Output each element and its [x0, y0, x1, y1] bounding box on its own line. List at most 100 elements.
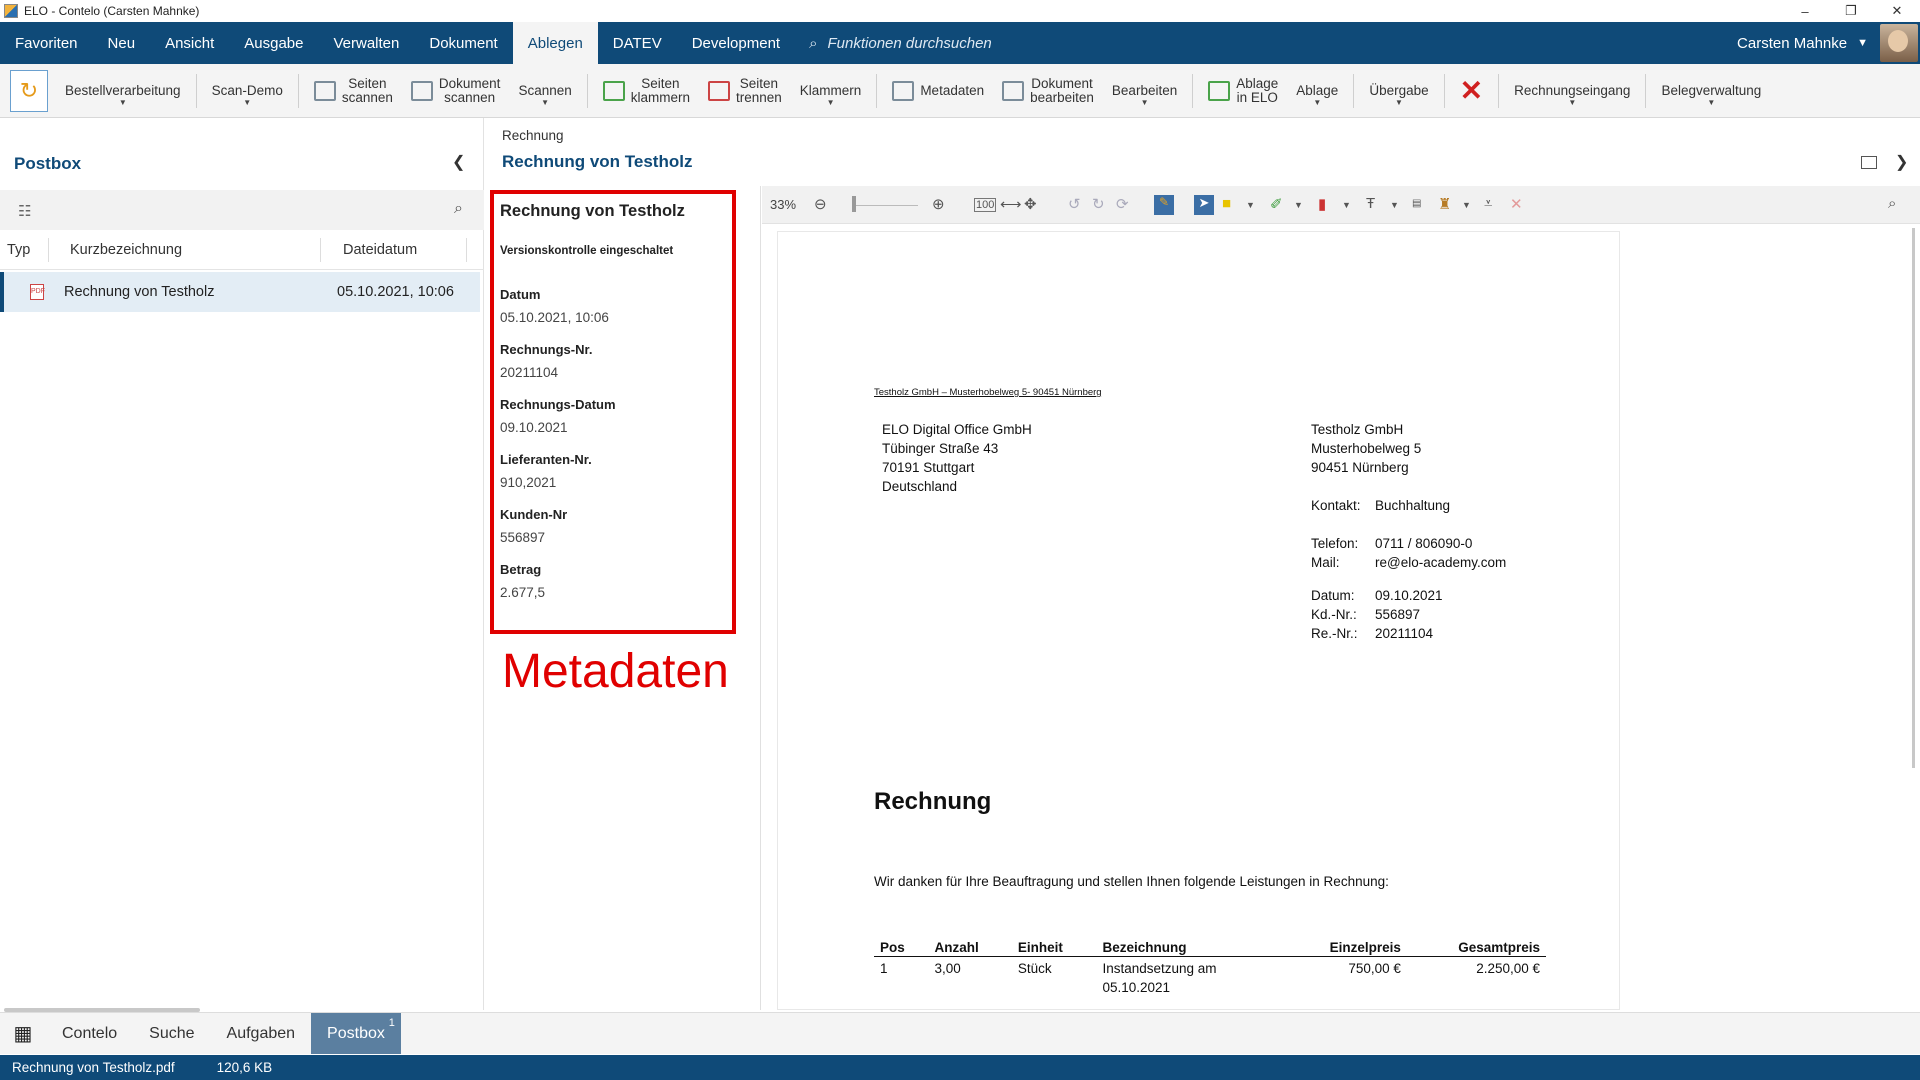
chevron-down-icon[interactable]: ▼: [1462, 200, 1471, 210]
search-icon[interactable]: ⌕: [1888, 195, 1896, 212]
menu-neu[interactable]: Neu: [93, 22, 151, 64]
klammern-button[interactable]: Klammern ▼: [791, 64, 871, 118]
rechnungseingang-button[interactable]: Rechnungseingang ▼: [1505, 64, 1639, 118]
menu-datev[interactable]: DATEV: [598, 22, 677, 64]
field-value[interactable]: 09.10.2021: [500, 420, 726, 435]
menu-development[interactable]: Development: [677, 22, 795, 64]
stamp-icon[interactable]: ♜: [1438, 195, 1451, 213]
field-value[interactable]: 556897: [500, 530, 726, 545]
minimize-button[interactable]: –: [1782, 0, 1828, 22]
cell-gesamtpreis: 2.250,00 €: [1476, 961, 1540, 976]
cursor-icon[interactable]: ➤: [1194, 195, 1214, 215]
column-dateidatum[interactable]: Dateidatum: [343, 242, 417, 258]
rotate-right-icon[interactable]: ↻: [1092, 195, 1105, 213]
chevron-down-icon: ▼: [1568, 97, 1577, 107]
collapse-panel-icon[interactable]: ❮: [452, 152, 465, 172]
menu-favoriten[interactable]: Favoriten: [0, 22, 93, 64]
list-view-icon[interactable]: ☷: [18, 202, 31, 220]
highlighter-icon[interactable]: ✐: [1270, 195, 1283, 213]
breadcrumb[interactable]: Rechnung: [502, 128, 564, 143]
vendor-mail: Mail: re@elo-academy.com: [1311, 555, 1507, 570]
scan-demo-button[interactable]: Scan-Demo ▼: [203, 64, 292, 118]
chevron-down-icon[interactable]: ▼: [1342, 200, 1351, 210]
search-icon[interactable]: ⌕: [454, 200, 463, 218]
fit-width-icon[interactable]: ⟷: [1000, 195, 1022, 213]
menu-dokument[interactable]: Dokument: [414, 22, 512, 64]
address-line: 70191 Stuttgart: [882, 460, 975, 475]
seiten-klammern-button[interactable]: Seiten klammern: [594, 64, 699, 118]
filter-icon[interactable]: ⩡: [1484, 195, 1492, 212]
viewer-toolbar: 33% ⊖ ⊕ 100 ⟷ ✥ ↺ ↻ ⟳ ✎ ➤ ■ ▼ ✐ ▼ ▮ ▼ Ŧ …: [762, 186, 1920, 224]
ablage-button[interactable]: Ablage ▼: [1287, 64, 1347, 118]
cell-bezeichnung: Instandsetzung am 05.10.2021: [1102, 961, 1217, 995]
cell-einheit: Stück: [1017, 961, 1052, 976]
bestellverarbeitung-button[interactable]: Bestellverarbeitung ▼: [56, 64, 190, 118]
marker-icon[interactable]: ▮: [1318, 195, 1326, 213]
rotate-page-icon[interactable]: ⟳: [1116, 195, 1129, 213]
belegverwaltung-button[interactable]: Belegverwaltung ▼: [1652, 64, 1770, 118]
rotate-left-icon[interactable]: ↺: [1068, 195, 1081, 213]
text-annotation-icon[interactable]: Ŧ: [1366, 195, 1375, 212]
table-row[interactable]: PDF Rechnung von Testholz 05.10.2021, 10…: [0, 272, 480, 312]
menu-verwalten[interactable]: Verwalten: [318, 22, 414, 64]
zoom-in-icon[interactable]: ⊕: [932, 195, 945, 213]
field-value[interactable]: 05.10.2021, 10:06: [500, 310, 726, 325]
chevron-down-icon[interactable]: ▼: [1390, 200, 1399, 210]
menu-ausgabe[interactable]: Ausgabe: [229, 22, 318, 64]
tab-suche[interactable]: Suche: [133, 1013, 210, 1054]
zoom-slider[interactable]: [854, 205, 918, 206]
user-menu[interactable]: Carsten Mahnke ▼: [1737, 22, 1920, 64]
tab-aufgaben[interactable]: Aufgaben: [211, 1013, 312, 1054]
panel-divider[interactable]: [760, 186, 761, 1010]
refresh-button[interactable]: ↻: [10, 69, 48, 112]
panel-layout-icon[interactable]: [1861, 156, 1877, 169]
chevron-down-icon[interactable]: ▼: [1246, 200, 1255, 210]
chevron-down-icon: ▼: [1707, 97, 1716, 107]
delete-button[interactable]: ✕: [1451, 64, 1492, 118]
actual-size-icon[interactable]: 100: [974, 198, 997, 212]
menu-ablegen[interactable]: Ablegen: [512, 22, 598, 64]
function-search[interactable]: ⌕ Funktionen durchsuchen: [809, 22, 992, 64]
seiten-trennen-button[interactable]: Seiten trennen: [699, 64, 791, 118]
field-value[interactable]: 20211104: [500, 365, 726, 380]
dokument-bearbeiten-button[interactable]: Dokument bearbeiten: [993, 64, 1103, 118]
field-value[interactable]: 2.677,5: [500, 585, 726, 600]
app-grid-icon[interactable]: ▦: [0, 1013, 46, 1054]
sticky-note-icon[interactable]: ■: [1222, 195, 1231, 212]
sender-line: Testholz GmbH – Musterhobelweg 5- 90451 …: [874, 387, 1102, 398]
restore-button[interactable]: ❐: [1828, 0, 1874, 22]
vertical-scrollbar[interactable]: [1912, 228, 1915, 768]
fit-page-icon[interactable]: ✥: [1024, 195, 1037, 213]
chevron-down-icon[interactable]: ▼: [1294, 200, 1303, 210]
tab-contelo[interactable]: Contelo: [46, 1013, 133, 1054]
scanner-icon: [410, 80, 433, 101]
chevron-down-icon: ▼: [1857, 37, 1868, 49]
metadata-title: Rechnung von Testholz: [500, 202, 685, 220]
bearbeiten-button[interactable]: Bearbeiten ▼: [1103, 64, 1186, 118]
ablage-in-elo-button[interactable]: Ablage in ELO: [1199, 64, 1287, 118]
ribbon-separator: [876, 73, 878, 108]
address-line: Deutschland: [882, 479, 958, 494]
tab-postbox[interactable]: Postbox 1: [311, 1013, 401, 1054]
uebergabe-button[interactable]: Übergabe ▼: [1360, 64, 1437, 118]
metadaten-button[interactable]: Metadaten: [883, 64, 993, 118]
zoom-slider-handle[interactable]: [852, 196, 856, 212]
cell-anzahl: 3,00: [934, 961, 961, 976]
annotation-mode-icon[interactable]: ✎: [1154, 195, 1174, 215]
dokument-scannen-button[interactable]: Dokument scannen: [402, 64, 510, 118]
menu-ansicht[interactable]: Ansicht: [150, 22, 229, 64]
scannen-button[interactable]: Scannen ▼: [509, 64, 580, 118]
column-divider[interactable]: [48, 238, 49, 262]
field-value[interactable]: 910,2021: [500, 475, 726, 490]
column-divider[interactable]: [466, 238, 467, 262]
seiten-scannen-button[interactable]: Seiten scannen: [305, 64, 402, 118]
column-typ[interactable]: Typ: [7, 242, 30, 258]
column-divider[interactable]: [320, 238, 321, 262]
postbox-title: Postbox: [14, 154, 82, 173]
zoom-out-icon[interactable]: ⊖: [814, 195, 827, 213]
ocr-icon[interactable]: ▤: [1412, 198, 1421, 209]
chevron-right-icon[interactable]: ❯: [1895, 152, 1908, 172]
close-icon[interactable]: ✕: [1510, 195, 1523, 213]
close-window-button[interactable]: ✕: [1874, 0, 1920, 22]
column-kurzbezeichnung[interactable]: Kurzbezeichnung: [70, 242, 182, 258]
